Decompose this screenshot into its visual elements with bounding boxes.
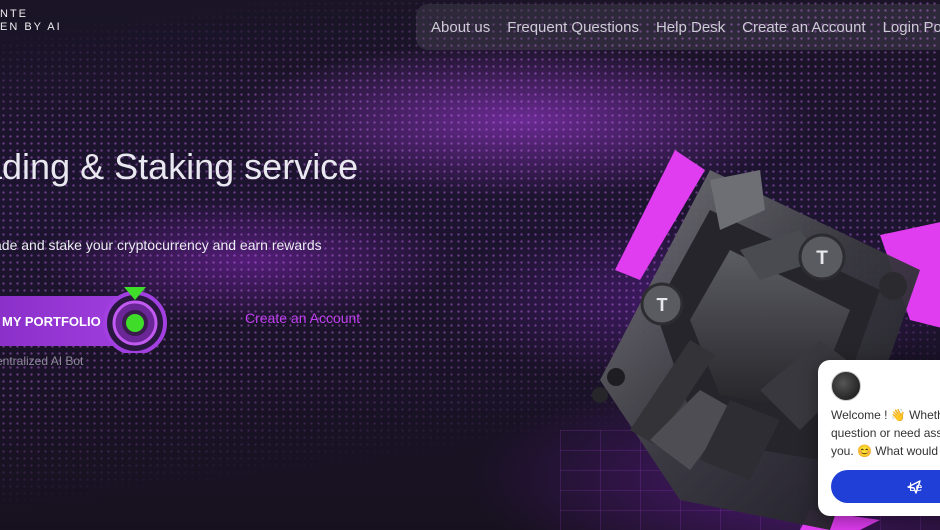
top-nav: About us Frequent Questions Help Desk Cr… [416, 4, 940, 50]
send-icon [907, 480, 921, 494]
create-account-link[interactable]: Create an Account [245, 310, 360, 326]
nav-login-portfolio[interactable]: Login Portfolio [883, 19, 940, 36]
brand-line-2: EN BY AI [0, 21, 62, 33]
nav-create-account[interactable]: Create an Account [742, 19, 865, 36]
nav-help-desk[interactable]: Help Desk [656, 19, 725, 36]
nav-about-us[interactable]: About us [431, 19, 490, 36]
brand-logo[interactable]: NTE EN BY AI [0, 8, 62, 34]
svg-text:T: T [657, 295, 668, 315]
chat-welcome-message: Welcome ! 👋 Wheth question or need assi … [831, 408, 940, 458]
brand-line-1: NTE [0, 8, 28, 20]
hero-title: ading & Staking service [0, 146, 359, 187]
chat-avatar [831, 371, 861, 401]
chat-send-button[interactable]: Le [831, 470, 940, 503]
svg-text:T: T [816, 248, 828, 269]
nav-frequent-questions[interactable]: Frequent Questions [507, 19, 639, 36]
my-portfolio-label: MY PORTFOLIO [2, 313, 101, 329]
hero-subtitle: ade and stake your cryptocurrency and ea… [0, 237, 322, 253]
hero-note: entralized AI Bot [0, 354, 84, 368]
pulse-indicator-icon [103, 287, 167, 353]
chat-widget[interactable]: Welcome ! 👋 Wheth question or need assi … [818, 360, 940, 516]
